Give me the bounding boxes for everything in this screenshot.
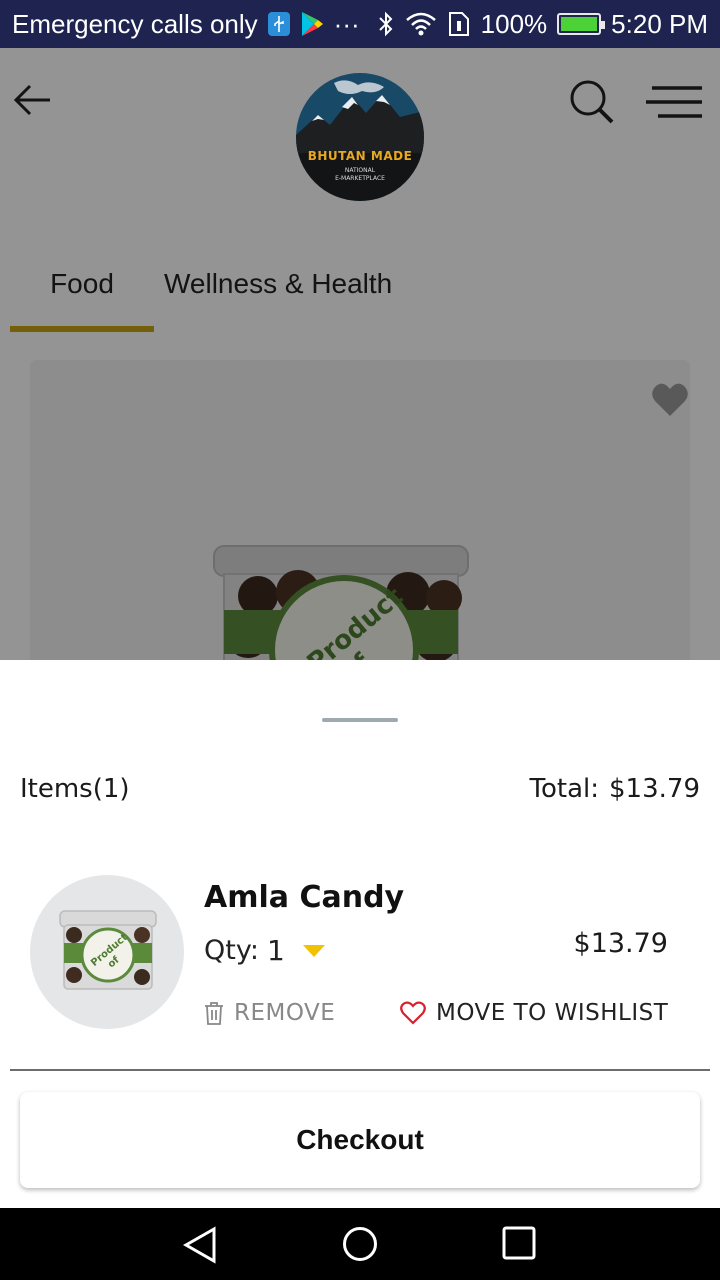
usb-icon bbox=[267, 12, 290, 36]
nav-back-icon[interactable] bbox=[182, 1226, 218, 1264]
carrier-text: Emergency calls only bbox=[12, 8, 258, 39]
overflow-indicator: ··· bbox=[333, 8, 360, 39]
checkout-button[interactable]: Checkout bbox=[20, 1092, 700, 1188]
bluetooth-icon bbox=[378, 11, 393, 37]
status-bar: Emergency calls only ··· 100% 5:20 PM bbox=[0, 0, 720, 48]
items-count: Items(1) bbox=[20, 774, 130, 804]
nav-home-icon[interactable] bbox=[342, 1226, 378, 1262]
battery-percent: 100% bbox=[480, 8, 548, 39]
remove-button[interactable]: REMOVE bbox=[204, 1000, 335, 1026]
total-label: Total: bbox=[529, 774, 600, 804]
item-name: Amla Candy bbox=[204, 880, 405, 915]
system-nav-bar bbox=[0, 1208, 720, 1280]
move-to-wishlist-button[interactable]: MOVE TO WISHLIST bbox=[400, 1000, 668, 1026]
total-value: $13.79 bbox=[609, 774, 700, 804]
drag-handle[interactable] bbox=[322, 718, 398, 722]
sim-icon bbox=[448, 12, 469, 36]
trash-icon bbox=[205, 1002, 223, 1025]
remove-label: REMOVE bbox=[234, 1000, 336, 1026]
wishlist-label: MOVE TO WISHLIST bbox=[436, 1000, 669, 1026]
divider bbox=[10, 1069, 710, 1071]
caret-down-icon[interactable] bbox=[302, 944, 325, 957]
play-store-icon bbox=[301, 12, 323, 36]
bhutan-made-logo[interactable]: BHUTAN MADE NATIONAL E-MARKETPLACE bbox=[296, 73, 424, 201]
cart-bottom-sheet: Items(1) Total: $13.79 Product of Amla C… bbox=[0, 660, 720, 1208]
battery-icon bbox=[557, 13, 606, 35]
logo-title: BHUTAN MADE bbox=[307, 149, 413, 163]
logo-subtitle-1: NATIONAL bbox=[344, 167, 376, 174]
wifi-icon bbox=[405, 12, 436, 36]
item-thumbnail: Product of bbox=[30, 875, 184, 1029]
item-price: $13.79 bbox=[573, 928, 668, 959]
quantity-selector[interactable]: Qty: 1 bbox=[204, 934, 325, 967]
heart-outline-icon bbox=[400, 1001, 426, 1025]
qty-label: Qty: bbox=[204, 935, 259, 966]
logo-subtitle-2: E-MARKETPLACE bbox=[335, 175, 385, 182]
clock: 5:20 PM bbox=[611, 8, 708, 39]
nav-recent-icon[interactable] bbox=[502, 1226, 536, 1260]
cart-total: Total: $13.79 bbox=[530, 774, 700, 804]
qty-value: 1 bbox=[266, 934, 285, 967]
